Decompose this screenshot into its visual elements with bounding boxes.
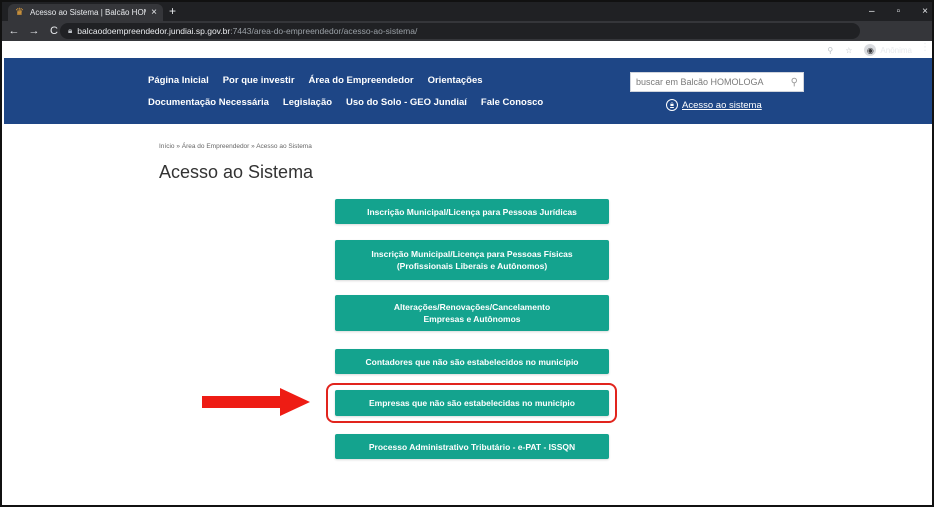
forward-button[interactable]: → [26,25,42,37]
address-bar[interactable]: 🔒︎ balcaodoempreendedor.jundiai.sp.gov.b… [60,23,860,39]
button-alteracoes[interactable]: Alterações/Renovações/Cancelamento Empre… [335,295,609,331]
screenshot-frame: ♛ Acesso ao Sistema | Balcão HOM × + – ▫… [0,0,934,507]
incognito-icon: ◉ [864,44,877,56]
browser-toolbar: ← → C 🔒︎ balcaodoempreendedor.jundiai.sp… [2,21,932,56]
red-arrow-icon [202,388,310,416]
button-label-line2: Empresas e Autônomos [423,314,521,324]
window-controls: – ▫ × [869,2,928,21]
button-label: Alterações/Renovações/Cancelamento [393,302,551,312]
tab-close-icon[interactable]: × [151,7,157,18]
lock-circle-icon: 🔒︎ [666,99,678,111]
profile-label: Anônima [880,45,912,55]
nav-uso-do-solo[interactable]: Uso do Solo - GEO Jundiaí [346,97,467,108]
favicon-icon: ♛ [15,7,24,18]
url-path: :7443/area-do-empreendedor/acesso-ao-sis… [230,26,418,36]
access-system-link[interactable]: 🔒︎ Acesso ao sistema [666,99,762,111]
search-icon[interactable]: ⚲ [791,77,798,88]
new-tab-button[interactable]: + [169,4,176,19]
access-system-label: Acesso ao sistema [682,99,762,111]
nav-area-do-empreendedor[interactable]: Área do Empreendedor [309,75,414,86]
button-label: Inscrição Municipal/Licença para Pessoas… [371,249,573,259]
nav-legislacao[interactable]: Legislação [283,97,332,108]
site-search: ⚲ [630,72,804,92]
url-host: balcaodoempreendedor.jundiai.sp.gov.br [77,26,231,36]
restore-button[interactable]: ▫ [897,6,901,17]
nav-orientacoes[interactable]: Orientações [428,75,483,86]
back-button[interactable]: ← [6,25,22,37]
button-label: Empresas que não são estabelecidas no mu… [369,398,575,408]
button-empresas-nao-estabelecidas[interactable]: Empresas que não são estabelecidas no mu… [335,390,609,416]
button-processo-administrativo[interactable]: Processo Administrativo Tributário - e-P… [335,434,609,459]
button-label-line2: (Profissionais Liberais e Autônomos) [396,261,548,271]
tab-title: Acesso ao Sistema | Balcão HOM [30,8,147,17]
menu-icon[interactable]: ⋮ [920,42,930,53]
nav-pagina-inicial[interactable]: Página Inicial [148,75,209,86]
button-pessoas-fisicas[interactable]: Inscrição Municipal/Licença para Pessoas… [335,240,609,280]
browser-tab[interactable]: ♛ Acesso ao Sistema | Balcão HOM × [8,4,163,21]
main-nav-row-1: Página Inicial Por que investir Área do … [148,75,483,86]
nav-documentacao[interactable]: Documentação Necessária [148,97,269,108]
search-input[interactable] [636,77,791,87]
button-label: Contadores que não são estabelecidos no … [365,356,579,367]
page-title: Acesso ao Sistema [159,162,314,182]
lock-icon: 🔒︎ [68,26,73,35]
button-contadores[interactable]: Contadores que não são estabelecidos no … [335,349,609,374]
close-window-button[interactable]: × [922,6,928,17]
browser-tabstrip: ♛ Acesso ao Sistema | Balcão HOM × + – ▫… [2,2,932,21]
button-label: Processo Administrativo Tributário - e-P… [368,441,576,452]
main-nav-row-2: Documentação Necessária Legislação Uso d… [148,97,543,108]
nav-por-que-investir[interactable]: Por que investir [223,75,295,86]
zoom-icon[interactable]: ⚲ [827,46,833,55]
breadcrumb: Início » Área do Empreendedor » Acesso a… [159,143,312,150]
profile-button[interactable]: ⚲ ☆ ◉ Anônima [827,42,912,58]
star-icon[interactable]: ☆ [845,46,852,55]
nav-fale-conosco[interactable]: Fale Conosco [481,97,543,108]
button-pessoas-juridicas[interactable]: Inscrição Municipal/Licença para Pessoas… [335,199,609,224]
minimize-button[interactable]: – [869,6,875,17]
button-label: Inscrição Municipal/Licença para Pessoas… [367,206,577,217]
